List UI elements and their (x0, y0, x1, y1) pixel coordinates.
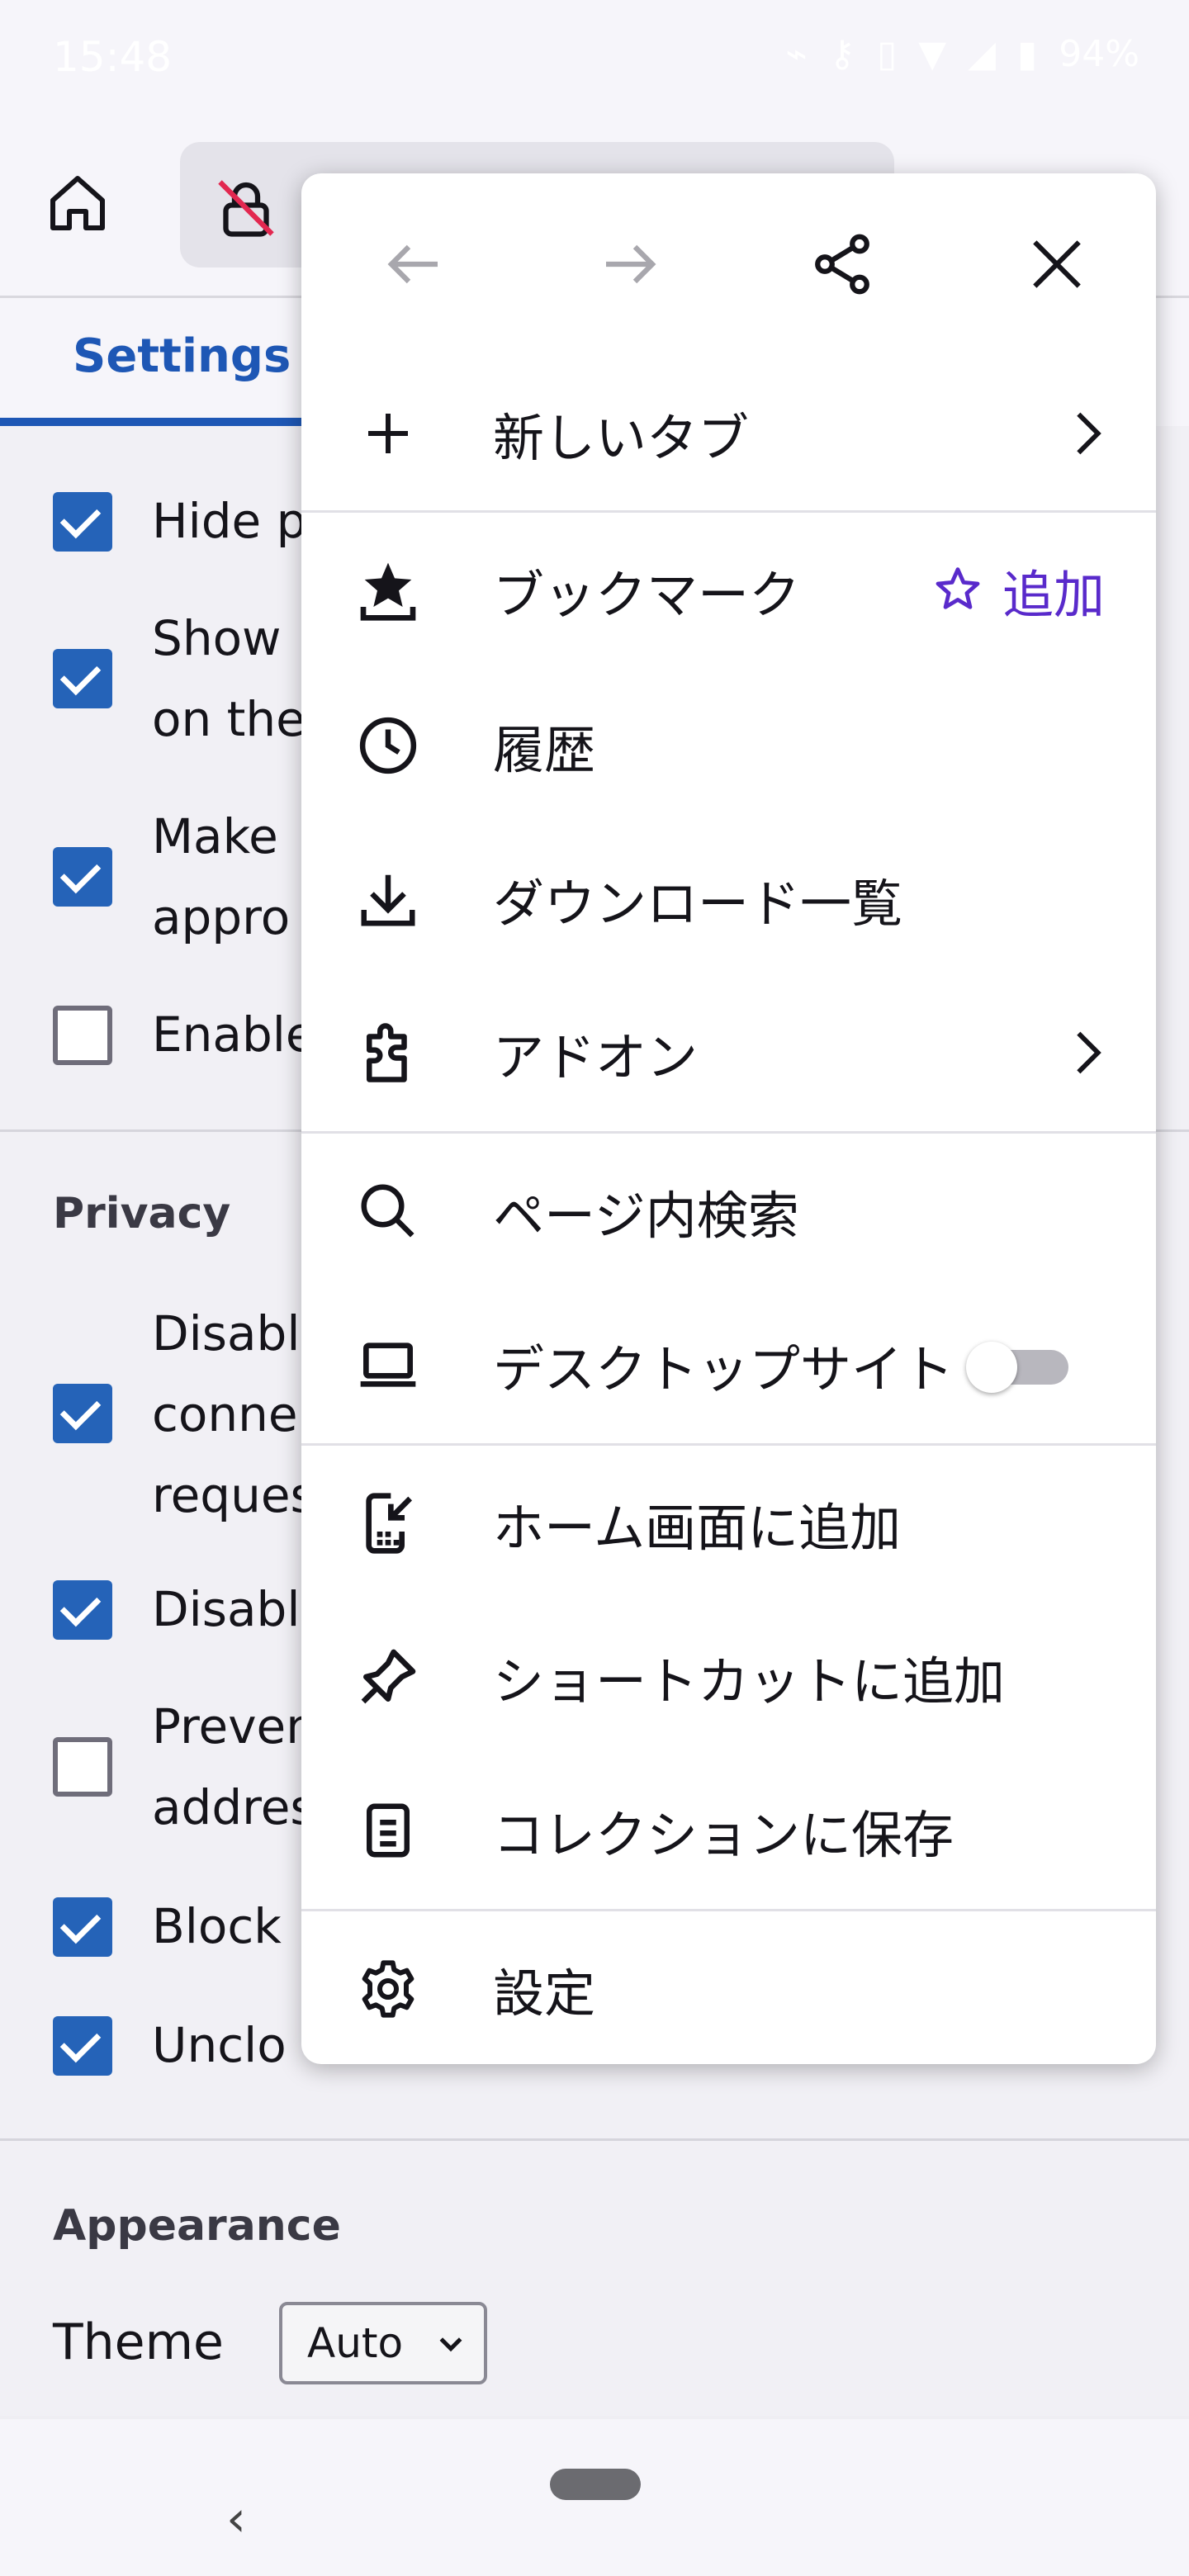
menu-item-bookmarks[interactable]: ブックマーク 追加 (301, 514, 1156, 667)
menu-item-label: 設定 (493, 1963, 596, 2024)
signal-icon: ◢ (968, 33, 996, 75)
plus-icon (351, 396, 425, 471)
privacy-checkbox-1[interactable] (53, 1384, 112, 1443)
menu-item-label: デスクトップサイト (493, 1339, 955, 1399)
gear-icon (351, 1952, 425, 2026)
privacy-label-3: Preven addres (152, 1698, 316, 1835)
menu-item-history[interactable]: 履歴 (301, 669, 1156, 822)
menu-item-add-shortcut[interactable]: ショートカットに追加 (301, 1600, 1156, 1754)
laptop-icon (351, 1328, 425, 1402)
back-button[interactable] (369, 223, 460, 305)
privacy-section-title: Privacy (53, 1189, 231, 1238)
star-outline-icon (936, 567, 980, 609)
menu-item-addons[interactable]: アドオン (301, 976, 1156, 1129)
clock-icon (351, 708, 425, 783)
battery-icon: ▮ (1016, 33, 1038, 75)
menu-divider (301, 1131, 1156, 1134)
option-checkbox-1[interactable] (53, 492, 112, 552)
menu-nav-row (301, 173, 1156, 347)
key-icon: ⚷ (828, 33, 856, 75)
insecure-lock-icon (218, 180, 274, 237)
menu-item-save-to-collection[interactable]: コレクションに保存 (301, 1754, 1156, 1907)
privacy-label-1: Disabl conne reques (152, 1305, 315, 1523)
close-button[interactable] (1011, 223, 1102, 305)
browser-menu: 新しいタブ ブックマーク 追加 履歴 ダウンロード一覧 アドオン ページ内検索 … (301, 173, 1156, 2064)
privacy-checkbox-3[interactable] (53, 1737, 112, 1797)
privacy-checkbox-5[interactable] (53, 2016, 112, 2076)
add-to-homescreen-icon (351, 1486, 425, 1560)
pin-icon (351, 1640, 425, 1714)
site-security-button[interactable] (205, 167, 287, 249)
section-divider (0, 2138, 1189, 2141)
option-checkbox-3[interactable] (53, 847, 112, 907)
menu-item-label: ホーム画面に追加 (493, 1498, 902, 1558)
menu-item-label: ページ内検索 (493, 1186, 799, 1246)
add-bookmark-button[interactable]: 追加 (931, 553, 1105, 627)
download-icon (351, 862, 425, 936)
vibrate-icon: ▯ (877, 33, 898, 75)
menu-item-label: 新しいタブ (493, 408, 750, 468)
tab-underline (0, 418, 330, 426)
menu-divider (301, 510, 1156, 513)
status-icons: ⌁ ⚷ ▯ ▼ ◢ ▮ 94% (785, 33, 1139, 75)
menu-item-new-tab[interactable]: 新しいタブ (301, 357, 1156, 510)
privacy-checkbox-2[interactable] (53, 1580, 112, 1640)
chevron-down-icon (439, 2337, 462, 2352)
tab-settings[interactable]: Settings (73, 329, 291, 383)
theme-label: Theme (53, 2313, 224, 2371)
option-label-2: Show on the (152, 610, 306, 747)
bookmark-tray-icon (351, 553, 425, 627)
menu-item-add-to-home[interactable]: ホーム画面に追加 (301, 1447, 1156, 1600)
menu-item-label: 履歴 (493, 720, 596, 780)
share-icon (815, 234, 869, 295)
menu-item-downloads[interactable]: ダウンロード一覧 (301, 822, 1156, 976)
menu-item-label: アドオン (493, 1027, 699, 1087)
puzzle-icon (351, 1016, 425, 1090)
privacy-checkbox-4[interactable] (53, 1897, 112, 1957)
menu-item-label: ブックマーク (493, 565, 801, 625)
privacy-label-2: Disabl (152, 1581, 301, 1637)
status-bar: 15:48 ⌁ ⚷ ▯ ▼ ◢ ▮ 94% (0, 0, 1189, 116)
arrow-left-icon (387, 244, 438, 284)
home-icon (50, 176, 105, 230)
menu-item-find-in-page[interactable]: ページ内検索 (301, 1134, 1156, 1288)
menu-item-label: コレクションに保存 (493, 1805, 955, 1865)
appearance-section-title: Appearance (53, 2201, 341, 2251)
close-icon (1033, 240, 1081, 288)
chevron-right-icon (1063, 400, 1113, 466)
option-label-4: Enable (152, 1006, 315, 1063)
chevron-right-icon (1063, 1020, 1113, 1086)
system-nav-bar: ‹ (0, 2419, 1189, 2576)
menu-divider (301, 1909, 1156, 1911)
menu-item-label: ショートカットに追加 (493, 1651, 1006, 1712)
status-time: 15:48 (53, 33, 173, 81)
toggle-thumb (966, 1342, 1017, 1393)
option-label-3: Make appro (152, 808, 291, 945)
share-button[interactable] (797, 223, 888, 305)
search-icon (351, 1174, 425, 1248)
forward-button[interactable] (584, 223, 675, 305)
battery-percent: 94% (1059, 33, 1139, 75)
nav-back-button[interactable]: ‹ (226, 2490, 246, 2548)
menu-divider (301, 1443, 1156, 1446)
theme-select-value: Auto (307, 2319, 404, 2367)
option-checkbox-2[interactable] (53, 649, 112, 708)
home-button[interactable] (36, 162, 119, 244)
menu-item-desktop-site[interactable]: デスクトップサイト (301, 1288, 1156, 1442)
add-bookmark-label: 追加 (1002, 565, 1105, 625)
option-checkbox-4[interactable] (53, 1006, 112, 1065)
cast-icon: ⌁ (785, 33, 808, 75)
nav-home-pill[interactable] (550, 2469, 641, 2500)
wifi-icon: ▼ (918, 33, 947, 75)
collection-icon (351, 1793, 425, 1868)
theme-select[interactable]: Auto (279, 2302, 487, 2384)
desktop-site-toggle[interactable] (966, 1342, 1070, 1393)
option-label-1: Hide p (152, 493, 307, 549)
privacy-label-4: Block (152, 1898, 282, 1954)
menu-item-settings[interactable]: 設定 (301, 1912, 1156, 2064)
menu-item-label: ダウンロード一覧 (493, 874, 903, 934)
privacy-label-5: Unclo (152, 2017, 287, 2073)
arrow-right-icon (606, 244, 656, 284)
